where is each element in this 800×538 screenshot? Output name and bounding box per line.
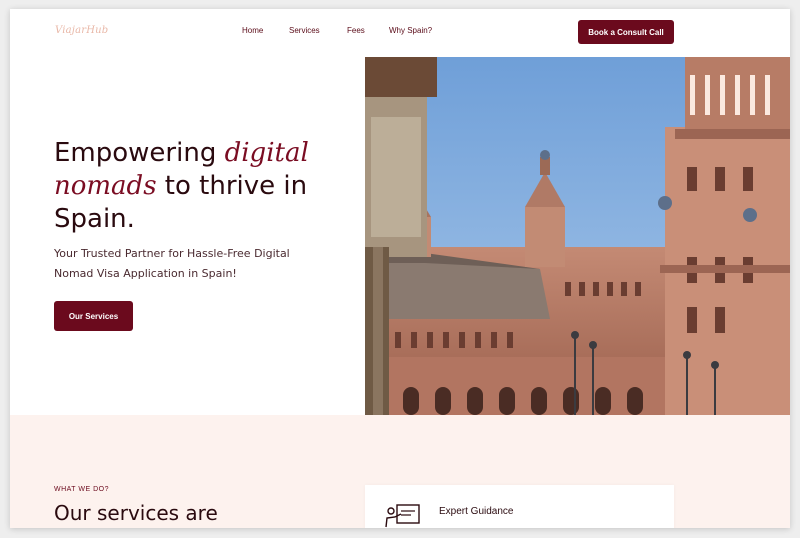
nav-why-spain[interactable]: Why Spain? (389, 26, 432, 35)
headline-part-1: Empowering (54, 138, 225, 168)
service-title: Expert Guidance (439, 506, 514, 517)
hero-image (365, 57, 790, 415)
section-title: Our services are (54, 501, 218, 525)
service-card[interactable]: Expert Guidance (365, 485, 674, 528)
headline-accent-2: nomads (54, 171, 157, 201)
plaza-de-espana-photo (365, 57, 790, 415)
site-header: ViajarHub Home Services Fees Why Spain? … (10, 9, 790, 57)
logo[interactable]: ViajarHub (55, 25, 108, 36)
hero-headline: Empowering digital nomads to thrive in Sp… (54, 137, 354, 236)
section-eyebrow: WHAT WE DO? (54, 486, 110, 493)
headline-accent-1: digital (224, 138, 309, 168)
nav-home[interactable]: Home (242, 26, 263, 35)
nav-services[interactable]: Services (289, 26, 320, 35)
hero-section: Empowering digital nomads to thrive in Sp… (10, 57, 365, 415)
presentation-icon (385, 503, 421, 528)
our-services-button[interactable]: Our Services (54, 301, 133, 331)
hero-subheading: Your Trusted Partner for Hassle-Free Dig… (54, 247, 290, 280)
nav-fees[interactable]: Fees (347, 26, 365, 35)
book-consult-button[interactable]: Book a Consult Call (578, 20, 674, 44)
services-section: WHAT WE DO? Our services are Expert Guid… (10, 415, 790, 528)
page: ViajarHub Home Services Fees Why Spain? … (10, 9, 790, 528)
